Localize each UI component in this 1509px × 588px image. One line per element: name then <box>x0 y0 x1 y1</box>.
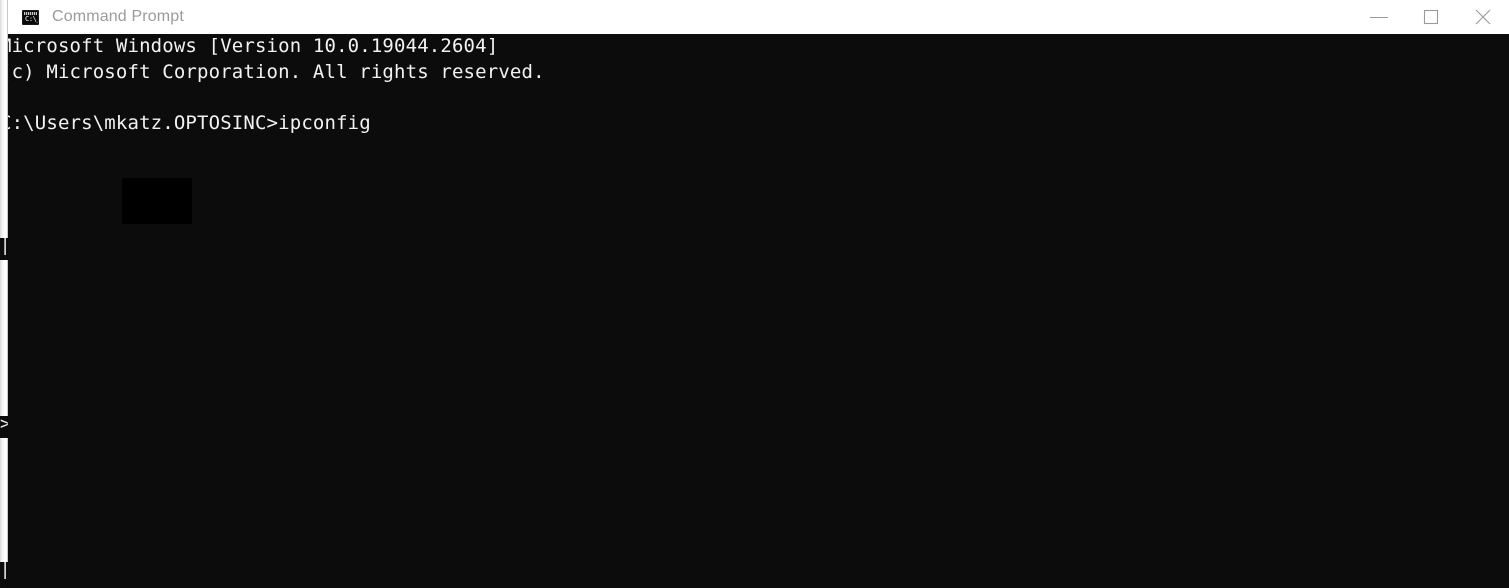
minimize-icon <box>1370 16 1388 19</box>
window-controls <box>1353 0 1509 34</box>
minimize-button[interactable] <box>1353 0 1405 34</box>
screen: | > | C:\_ Command Prompt Microsoft Wind… <box>0 0 1509 588</box>
title-bar[interactable]: C:\_ Command Prompt <box>8 0 1509 35</box>
window-title: Command Prompt <box>52 8 184 25</box>
maximize-icon <box>1423 9 1439 25</box>
command-prompt-window[interactable]: C:\_ Command Prompt Microsoft Windows [V… <box>8 0 1509 588</box>
close-button[interactable] <box>1457 0 1509 34</box>
maximize-button[interactable] <box>1405 0 1457 34</box>
redaction-block <box>122 178 192 224</box>
icon-prompt-glyph: C:\_ <box>25 14 39 23</box>
command-prompt-icon: C:\_ <box>22 9 39 25</box>
close-icon <box>1475 9 1491 25</box>
console-text: Microsoft Windows [Version 10.0.19044.26… <box>8 35 545 134</box>
console-output-area[interactable]: Microsoft Windows [Version 10.0.19044.26… <box>8 34 1509 588</box>
